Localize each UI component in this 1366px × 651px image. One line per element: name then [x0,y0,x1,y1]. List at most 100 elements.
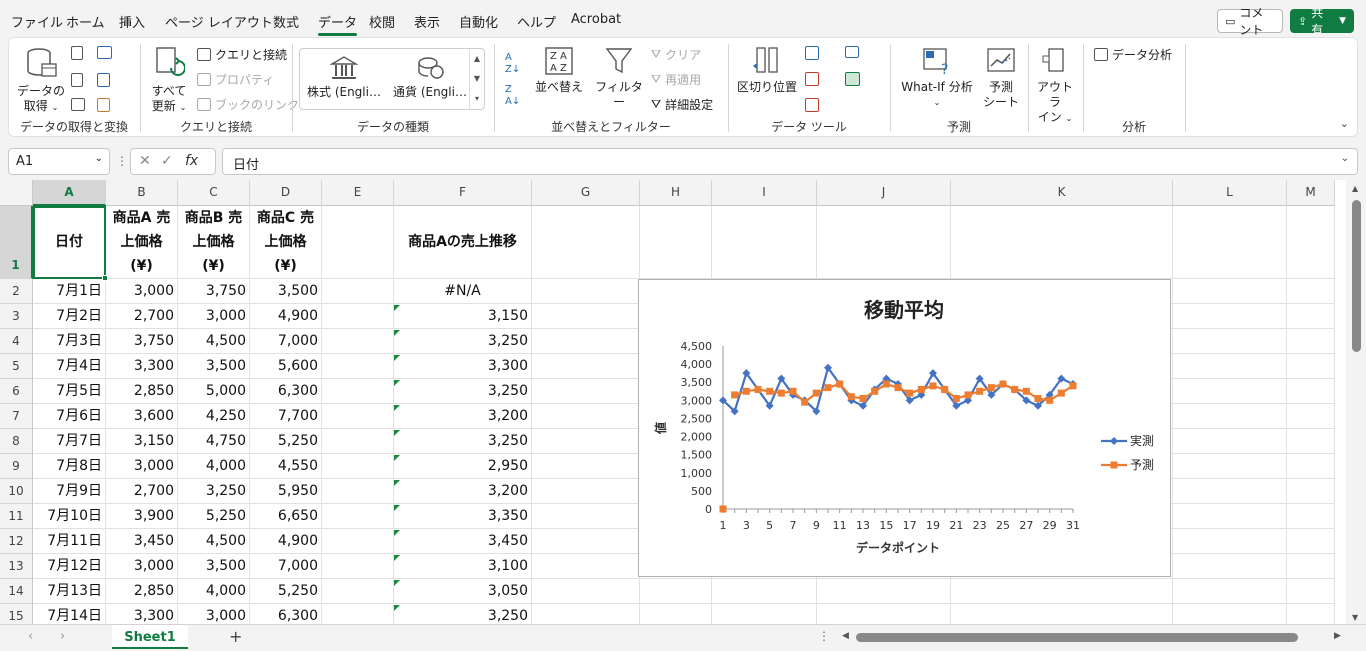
properties-button[interactable]: プロパティ [197,71,274,88]
gallery-scroll[interactable]: ▲ ▼ ▾ [469,49,484,109]
product-c-cell[interactable]: 4,550 [250,454,322,479]
product-a-cell[interactable]: 3,300 [106,354,178,379]
error-indicator-icon[interactable] [394,605,400,611]
select-all-corner[interactable] [0,180,33,206]
empty-cell[interactable] [532,604,640,624]
tab-formulas[interactable]: 数式 [273,12,299,31]
date-cell[interactable]: 7月14日 [33,604,106,624]
empty-cell[interactable] [322,479,394,504]
queries-connections-button[interactable]: クエリと接続 [197,46,287,63]
next-sheet-icon[interactable]: › [60,629,65,644]
trend-cell[interactable]: 3,050 [394,579,532,604]
header-cell-e[interactable] [322,206,394,279]
tab-home[interactable]: ホーム [66,12,105,31]
empty-cell[interactable] [532,429,640,454]
consolidate-icon[interactable] [845,46,859,58]
column-header-g[interactable]: G [532,180,640,206]
refresh-all-button[interactable]: すべて 更新 ⌄ [147,46,191,115]
product-b-cell[interactable]: 4,500 [178,529,250,554]
from-web-icon[interactable] [97,46,112,59]
add-sheet-button[interactable]: + [229,627,242,646]
share-button[interactable]: ⇪ 共有 ▼ [1290,6,1354,37]
column-header-c[interactable]: C [178,180,250,206]
row-header[interactable]: 9 [0,454,33,479]
trend-cell[interactable]: 3,200 [394,404,532,429]
product-c-cell[interactable]: 6,300 [250,379,322,404]
empty-cell[interactable] [1173,479,1287,504]
product-b-cell[interactable]: 5,250 [178,504,250,529]
empty-cell[interactable] [1173,554,1287,579]
product-a-cell[interactable]: 3,150 [106,429,178,454]
empty-cell[interactable] [1287,504,1335,529]
from-file-icon[interactable] [97,98,110,112]
column-header-i[interactable]: I [712,180,817,206]
product-a-cell[interactable]: 2,850 [106,379,178,404]
date-cell[interactable]: 7月10日 [33,504,106,529]
header-cell-l[interactable] [1173,206,1287,279]
forecast-sheet-button[interactable]: 予測 シート [981,46,1021,110]
product-c-cell[interactable]: 6,300 [250,604,322,624]
recent-sources-icon[interactable] [97,73,110,87]
date-cell[interactable]: 7月12日 [33,554,106,579]
text-to-columns-button[interactable]: 区切り位置 [735,46,799,95]
product-b-cell[interactable]: 3,250 [178,479,250,504]
tab-page-layout[interactable]: ページ レイアウト [165,12,273,31]
product-b-cell[interactable]: 3,750 [178,279,250,304]
column-header-l[interactable]: L [1173,180,1287,206]
more-icon[interactable]: ⋮ [116,154,128,168]
trend-cell[interactable]: 3,250 [394,379,532,404]
empty-cell[interactable] [322,379,394,404]
enter-icon[interactable]: ✓ [161,153,173,169]
expand-formula-icon[interactable]: ⌄ [1341,153,1349,164]
from-text-icon[interactable] [71,46,83,60]
row-header[interactable]: 4 [0,329,33,354]
empty-cell[interactable] [532,329,640,354]
trend-cell[interactable]: 3,300 [394,354,532,379]
header-cell-c[interactable]: 商品B 売上価格 (¥) [178,206,250,279]
chart[interactable]: 移動平均 0 500 1,000 1,500 2,000 2,500 3,000 3,500 4,… [638,279,1171,577]
empty-cell[interactable] [1173,379,1287,404]
empty-cell[interactable] [322,554,394,579]
date-cell[interactable]: 7月2日 [33,304,106,329]
product-b-cell[interactable]: 5,000 [178,379,250,404]
product-c-cell[interactable]: 5,600 [250,354,322,379]
product-a-cell[interactable]: 3,000 [106,454,178,479]
product-a-cell[interactable]: 3,750 [106,329,178,354]
product-a-cell[interactable]: 2,700 [106,304,178,329]
empty-cell[interactable] [1287,354,1335,379]
trend-cell[interactable]: 3,200 [394,479,532,504]
header-cell-g[interactable] [532,206,640,279]
tab-review[interactable]: 校閲 [369,12,395,31]
product-b-cell[interactable]: 4,000 [178,454,250,479]
product-c-cell[interactable]: 6,650 [250,504,322,529]
data-validation-icon[interactable] [805,98,819,112]
stocks-button[interactable]: 株式 (Engli… [306,55,382,100]
date-cell[interactable]: 7月1日 [33,279,106,304]
row-header[interactable]: 3 [0,304,33,329]
empty-cell[interactable] [532,554,640,579]
reapply-button[interactable]: ⛛ 再適用 [651,71,701,88]
row-header[interactable]: 8 [0,429,33,454]
relationships-icon[interactable] [845,72,860,86]
date-cell[interactable]: 7月9日 [33,479,106,504]
product-a-cell[interactable]: 3,450 [106,529,178,554]
product-a-cell[interactable]: 2,850 [106,579,178,604]
header-cell-b[interactable]: 商品A 売上価格 (¥) [106,206,178,279]
trend-cell[interactable]: 3,250 [394,329,532,354]
product-a-cell[interactable]: 3,000 [106,554,178,579]
header-cell-i[interactable] [712,206,817,279]
product-c-cell[interactable]: 4,900 [250,304,322,329]
sheet-tab-sheet1[interactable]: Sheet1 [112,625,188,649]
empty-cell[interactable] [322,579,394,604]
product-c-cell[interactable]: 7,700 [250,404,322,429]
date-cell[interactable]: 7月8日 [33,454,106,479]
scroll-left-icon[interactable]: ◀ [842,631,849,641]
empty-cell[interactable] [1173,354,1287,379]
empty-cell[interactable] [322,454,394,479]
header-cell-m[interactable] [1287,206,1335,279]
empty-cell[interactable] [712,604,817,624]
column-header-d[interactable]: D [250,180,322,206]
empty-cell[interactable] [532,379,640,404]
header-cell-k[interactable] [951,206,1173,279]
empty-cell[interactable] [640,604,712,624]
